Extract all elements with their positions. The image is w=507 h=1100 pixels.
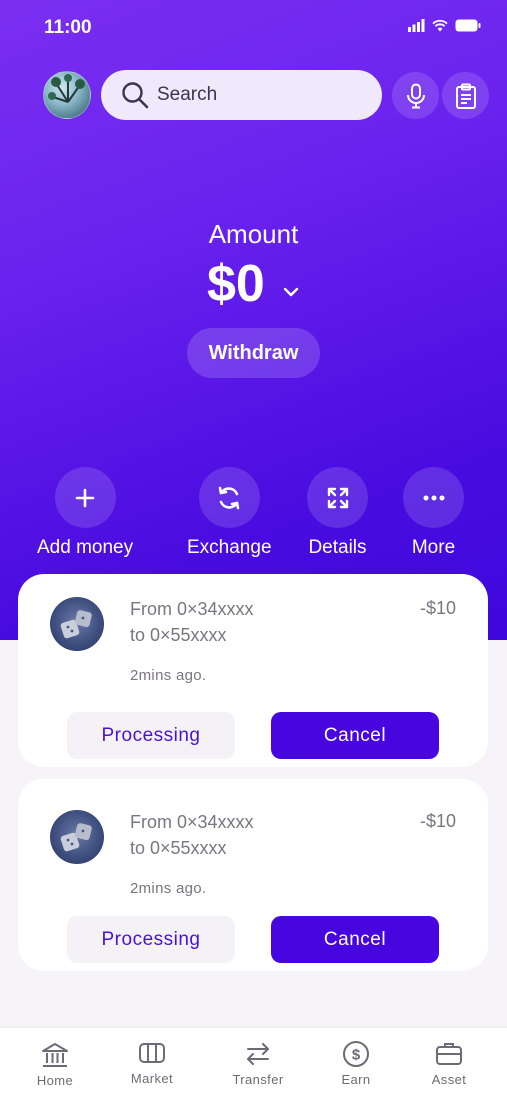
transaction-from: From 0×34xxxx (130, 812, 254, 832)
clipboard-icon (455, 83, 476, 109)
amount-label: Amount (208, 219, 299, 249)
search-placeholder: Search (157, 84, 218, 105)
bank-icon (42, 1043, 68, 1067)
cancel-button[interactable]: Cancel (271, 916, 439, 963)
expand-icon (327, 487, 348, 508)
transfer-icon (247, 1043, 269, 1065)
add-money-label: Add money (37, 537, 134, 558)
more-action[interactable]: More (403, 467, 464, 559)
more-button[interactable] (403, 467, 464, 528)
search-input[interactable]: Search (101, 70, 382, 120)
nav-item-asset[interactable]: Asset (409, 1039, 489, 1087)
avatar-image (48, 74, 85, 103)
svg-text:$: $ (352, 1047, 361, 1064)
withdraw-button[interactable]: Withdraw (187, 328, 320, 378)
dollar-icon: $ (343, 1041, 369, 1067)
signal-icon (408, 19, 425, 32)
exchange-label: Exchange (187, 537, 272, 558)
nav-item-home[interactable]: Home (15, 1040, 95, 1088)
cancel-button[interactable]: Cancel (271, 712, 439, 759)
more-label: More (411, 537, 456, 558)
bottom-nav: Home Market Transfer $ Earn Asset (0, 1027, 507, 1100)
transaction-from: From 0×34xxxx (130, 599, 254, 619)
nav-item-market[interactable]: Market (112, 1038, 192, 1086)
plus-icon (75, 488, 95, 507)
status-time: 11:00 (44, 17, 92, 38)
status-bar: 11:00 (0, 0, 507, 56)
details-label: Details (308, 537, 367, 558)
chevron-down-icon[interactable] (283, 286, 299, 298)
wifi-icon (432, 19, 448, 32)
nav-label-home: Home (36, 1073, 74, 1088)
add-money-action[interactable]: Add money (37, 467, 133, 559)
exchange-icon (218, 486, 240, 509)
transaction-amount: -$10 (419, 598, 456, 618)
search-icon (122, 82, 149, 109)
clipboard-button[interactable] (442, 72, 489, 119)
nav-item-transfer[interactable]: Transfer (218, 1039, 298, 1087)
transaction-to: to 0×55xxxx (130, 838, 227, 858)
nav-item-earn[interactable]: $ Earn (316, 1039, 396, 1087)
nav-label-market: Market (130, 1071, 174, 1086)
transaction-amount: -$10 (419, 811, 456, 831)
battery-icon (455, 19, 481, 32)
details-action[interactable]: Details (307, 467, 368, 559)
amount-value: $0 (207, 255, 265, 313)
nav-label-transfer: Transfer (232, 1072, 284, 1087)
dice-icon (60, 823, 92, 852)
transaction-card: From 0×34xxxx to 0×55xxxx -$10 2mins ago… (18, 574, 488, 767)
briefcase-icon (436, 1043, 462, 1065)
details-button[interactable] (307, 467, 368, 528)
processing-button[interactable]: Processing (67, 916, 235, 963)
nav-label-earn: Earn (341, 1072, 371, 1087)
transaction-avatar (50, 597, 104, 651)
exchange-action[interactable]: Exchange (187, 467, 272, 559)
market-icon (139, 1043, 165, 1063)
transaction-time: 2mins ago. (130, 667, 207, 684)
microphone-icon (406, 83, 425, 108)
avatar[interactable] (43, 71, 91, 119)
transaction-avatar (50, 810, 104, 864)
more-icon (423, 495, 444, 500)
add-money-button[interactable] (54, 467, 116, 528)
transaction-time: 2mins ago. (130, 880, 207, 897)
exchange-button[interactable] (198, 467, 260, 528)
processing-button[interactable]: Processing (67, 712, 235, 759)
nav-label-asset: Asset (431, 1072, 467, 1087)
microphone-button[interactable] (392, 72, 439, 119)
transaction-to: to 0×55xxxx (130, 625, 227, 645)
status-icons (408, 19, 481, 32)
dice-icon (60, 610, 92, 639)
transaction-card: From 0×34xxxx to 0×55xxxx -$10 2mins ago… (18, 779, 488, 971)
